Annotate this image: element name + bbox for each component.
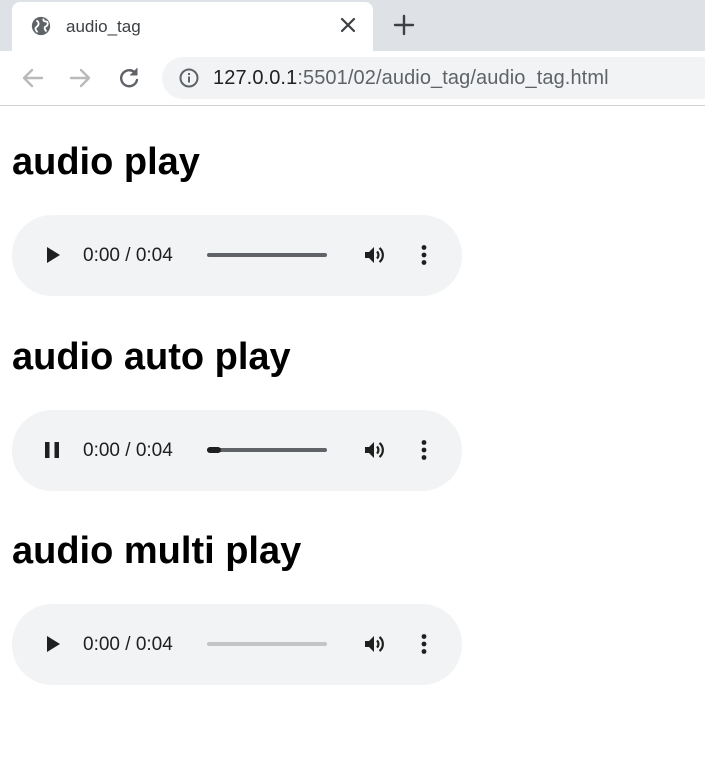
info-icon[interactable]: [178, 67, 200, 89]
close-icon[interactable]: [339, 16, 357, 34]
play-icon[interactable]: [40, 632, 64, 656]
tab-title: audio_tag: [66, 17, 141, 36]
time-display: 0:00 / 0:04: [83, 634, 173, 655]
seek-slider[interactable]: [207, 447, 327, 453]
seek-slider[interactable]: [207, 642, 327, 646]
url-path: :5501/02/audio_tag/audio_tag.html: [297, 67, 609, 89]
time-display: 0:00 / 0:04: [83, 440, 173, 461]
audio-player[interactable]: 0:00 / 0:04: [12, 410, 462, 491]
time-display: 0:00 / 0:04: [83, 245, 173, 266]
arrow-right-icon[interactable]: [67, 65, 93, 91]
tab-audio-tag[interactable]: audio_tag: [12, 2, 373, 51]
play-icon[interactable]: [40, 243, 64, 267]
more-vert-icon[interactable]: [412, 438, 436, 462]
more-vert-icon[interactable]: [412, 632, 436, 656]
plus-icon[interactable]: [393, 14, 415, 36]
url-host: 127.0.0.1: [213, 67, 298, 89]
volume-icon[interactable]: [362, 438, 386, 462]
browser-toolbar: 127.0.0.1:5501/02/audio_tag/audio_tag.ht…: [0, 51, 705, 106]
section-title-audio-play: audio play: [12, 141, 200, 183]
globe-icon: [31, 16, 51, 36]
arrow-left-icon[interactable]: [20, 65, 46, 91]
section-title-audio-multi-play: audio multi play: [12, 530, 302, 572]
section-title-audio-auto-play: audio auto play: [12, 336, 291, 378]
seek-progress: [207, 447, 222, 453]
seek-slider[interactable]: [207, 253, 327, 257]
audio-player[interactable]: 0:00 / 0:04: [12, 215, 462, 296]
reload-icon[interactable]: [116, 65, 142, 91]
volume-icon[interactable]: [362, 632, 386, 656]
address-bar[interactable]: 127.0.0.1:5501/02/audio_tag/audio_tag.ht…: [162, 57, 705, 99]
url-text: 127.0.0.1:5501/02/audio_tag/audio_tag.ht…: [213, 67, 609, 90]
volume-icon[interactable]: [362, 243, 386, 267]
audio-player[interactable]: 0:00 / 0:04: [12, 604, 462, 685]
tab-strip: audio_tag: [0, 0, 705, 51]
pause-icon[interactable]: [40, 438, 64, 462]
more-vert-icon[interactable]: [412, 243, 436, 267]
